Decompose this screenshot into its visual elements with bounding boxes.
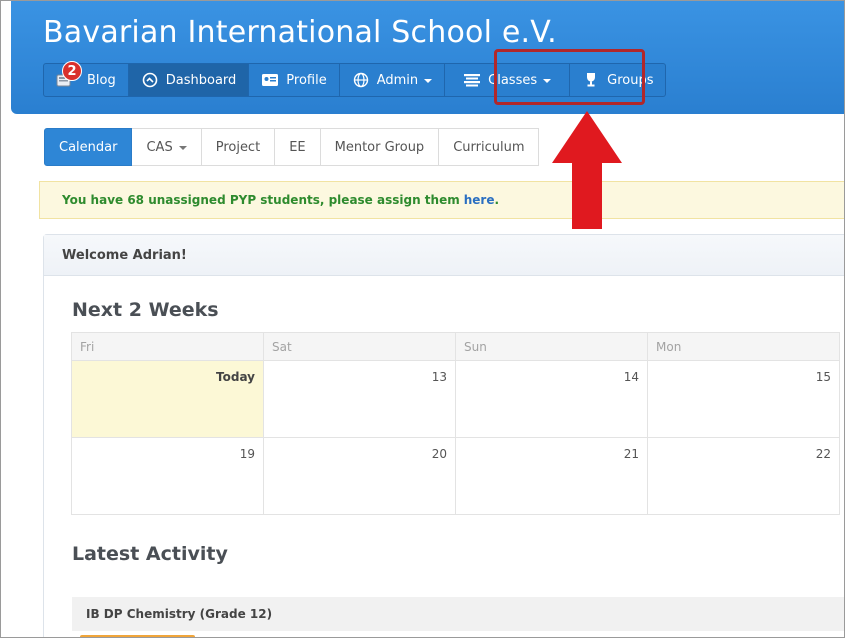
classes-highlight-box: [494, 49, 645, 105]
globe-icon: [352, 71, 370, 89]
day-header: Fri: [71, 332, 264, 361]
alert-text: You have 68 unassigned PYP students, ple…: [62, 193, 460, 207]
day-header: Sat: [263, 332, 456, 361]
tab-cas[interactable]: CAS: [132, 128, 202, 166]
blog-notification-badge: 2: [62, 61, 82, 81]
welcome-heading: Welcome Adrian!: [44, 235, 844, 276]
school-title: Bavarian International School e.V.: [43, 15, 557, 50]
alert-suffix: .: [494, 193, 500, 207]
red-arrow-annotation: [552, 111, 622, 229]
calendar-day[interactable]: 21: [455, 437, 648, 515]
nav-admin[interactable]: Admin: [339, 63, 446, 97]
welcome-panel: Welcome Adrian! Next 2 Weeks Fri Sat Sun…: [43, 234, 844, 637]
tab-cas-label: CAS: [146, 139, 173, 155]
day-header: Sun: [455, 332, 648, 361]
screenshot-frame: Bavarian International School e.V. 2 Blo…: [0, 0, 845, 638]
calendar-title: Next 2 Weeks: [72, 299, 219, 321]
nav-profile[interactable]: Profile: [249, 63, 340, 97]
nav-blog-label: Blog: [87, 72, 116, 88]
calendar-day[interactable]: 19: [71, 437, 264, 515]
nav-blog[interactable]: 2 Blog: [43, 61, 129, 97]
assign-here-link[interactable]: here: [464, 193, 495, 207]
dashboard-icon: [141, 71, 159, 89]
calendar-day[interactable]: 14: [455, 360, 648, 438]
tab-curriculum[interactable]: Curriculum: [439, 128, 540, 166]
tab-ee[interactable]: EE: [275, 128, 321, 166]
chevron-down-icon: [424, 79, 433, 83]
tab-calendar[interactable]: Calendar: [44, 128, 133, 166]
calendar-day[interactable]: 20: [263, 437, 456, 515]
header-bar: Bavarian International School e.V. 2 Blo…: [11, 1, 844, 114]
activity-item[interactable]: IB DP Chemistry (Grade 12): [72, 597, 844, 631]
calendar-week-row: Today 13 14 15: [71, 360, 840, 438]
calendar-header-row: Fri Sat Sun Mon: [71, 332, 840, 361]
calendar-day[interactable]: 13: [263, 360, 456, 438]
profile-card-icon: [261, 71, 279, 89]
nav-profile-label: Profile: [286, 72, 327, 88]
tab-project[interactable]: Project: [201, 128, 276, 166]
latest-activity-title: Latest Activity: [72, 543, 228, 565]
tab-mentor-group[interactable]: Mentor Group: [320, 128, 440, 166]
chevron-down-icon: [178, 146, 187, 150]
unassigned-students-alert: You have 68 unassigned PYP students, ple…: [39, 181, 844, 219]
calendar-day[interactable]: 22: [647, 437, 840, 515]
nav-admin-label: Admin: [376, 72, 419, 88]
calendar-day[interactable]: 15: [647, 360, 840, 438]
sub-tabs: Calendar CAS Project EE Mentor Group Cur…: [44, 128, 540, 166]
classes-list-icon: [463, 71, 481, 89]
calendar-week-row: 19 20 21 22: [71, 437, 840, 515]
day-header: Mon: [647, 332, 840, 361]
nav-dashboard-label: Dashboard: [165, 72, 237, 88]
calendar-day-today[interactable]: Today: [71, 360, 264, 438]
nav-dashboard[interactable]: Dashboard: [128, 63, 250, 97]
calendar-grid: Fri Sat Sun Mon Today 13 14 15 19 20 21 …: [71, 332, 840, 515]
